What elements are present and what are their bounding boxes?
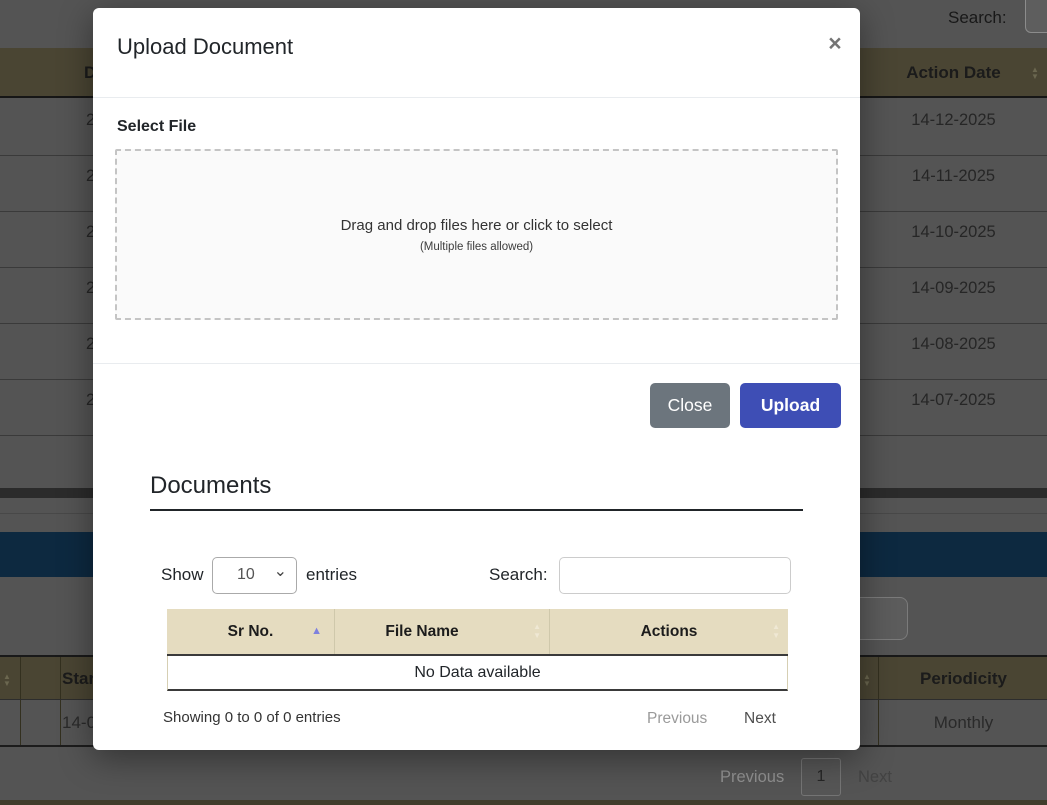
- sort-icon: ▲▼: [1031, 66, 1039, 80]
- background-action-date-header: Action Date: [860, 63, 1047, 83]
- column-divider: [878, 657, 879, 699]
- background-page-number-button: 1: [801, 758, 841, 796]
- next-link[interactable]: Next: [744, 710, 776, 728]
- column-divider: [60, 657, 61, 699]
- search-label: Search:: [489, 565, 548, 585]
- documents-table: Sr No. ▲ File Name ▲▼ Actions ▲▼ No Data…: [167, 609, 788, 691]
- background-previous-link: Previous: [720, 768, 784, 787]
- column-divider: [878, 700, 879, 745]
- start-date-cell-partial: 14-0: [62, 713, 96, 733]
- empty-table-row: No Data available: [167, 656, 788, 691]
- close-button[interactable]: Close: [650, 383, 730, 428]
- page-size-value: 10: [237, 566, 255, 584]
- documents-heading: Documents: [150, 472, 803, 511]
- column-header-label: Sr No.: [228, 623, 274, 641]
- modal-header-divider: [93, 97, 860, 98]
- background-bottom-strip: [0, 800, 1047, 805]
- column-header-label: File Name: [385, 623, 458, 641]
- page-size-select[interactable]: 10 ⌄: [212, 557, 297, 594]
- search-input[interactable]: [559, 557, 791, 594]
- dropzone-sub-text: (Multiple files allowed): [420, 241, 533, 253]
- column-divider: [20, 657, 21, 699]
- sort-icon: ▲▼: [533, 622, 541, 640]
- background-search-label: Search:: [948, 8, 1007, 28]
- select-file-label: Select File: [117, 118, 196, 136]
- action-date-cell: 14-09-2025: [860, 279, 1047, 298]
- table-info-text: Showing 0 to 0 of 0 entries: [163, 709, 341, 726]
- sort-asc-icon: ▲: [311, 625, 322, 637]
- previous-link[interactable]: Previous: [647, 710, 707, 728]
- periodicity-cell: Monthly: [880, 713, 1047, 733]
- sort-icon: ▲▼: [863, 673, 871, 687]
- column-header-label: Actions: [641, 623, 698, 641]
- upload-button[interactable]: Upload: [740, 383, 841, 428]
- action-date-cell: 14-10-2025: [860, 223, 1047, 242]
- column-header-actions[interactable]: Actions ▲▼: [550, 609, 788, 654]
- background-periodicity-header: Periodicity: [880, 669, 1047, 689]
- modal-title: Upload Document: [117, 34, 293, 60]
- background-search-input: [1025, 0, 1047, 33]
- chevron-down-icon: ⌄: [274, 561, 287, 581]
- action-date-cell: 14-07-2025: [860, 391, 1047, 410]
- background-start-date-header-partial: Star: [62, 669, 95, 689]
- background-next-link: Next: [858, 768, 892, 787]
- show-label: Show: [161, 565, 204, 585]
- column-header-sr-no[interactable]: Sr No. ▲: [167, 609, 335, 654]
- column-divider: [60, 700, 61, 745]
- dropzone-main-text: Drag and drop files here or click to sel…: [341, 217, 613, 234]
- action-date-cell: 14-08-2025: [860, 335, 1047, 354]
- action-date-cell: 14-11-2025: [860, 167, 1047, 186]
- column-header-file-name[interactable]: File Name ▲▼: [335, 609, 550, 654]
- close-icon[interactable]: ×: [817, 28, 853, 60]
- file-dropzone[interactable]: Drag and drop files here or click to sel…: [115, 149, 838, 320]
- sort-icon: ▲▼: [772, 622, 780, 640]
- sort-icon: ▲▼: [3, 673, 11, 687]
- action-date-cell: 14-12-2025: [860, 111, 1047, 130]
- upload-document-modal: Upload Document × Select File Drag and d…: [93, 8, 860, 750]
- column-divider: [20, 700, 21, 745]
- modal-footer-divider: [93, 363, 860, 364]
- documents-table-header: Sr No. ▲ File Name ▲▼ Actions ▲▼: [167, 609, 788, 656]
- entries-label: entries: [306, 565, 357, 585]
